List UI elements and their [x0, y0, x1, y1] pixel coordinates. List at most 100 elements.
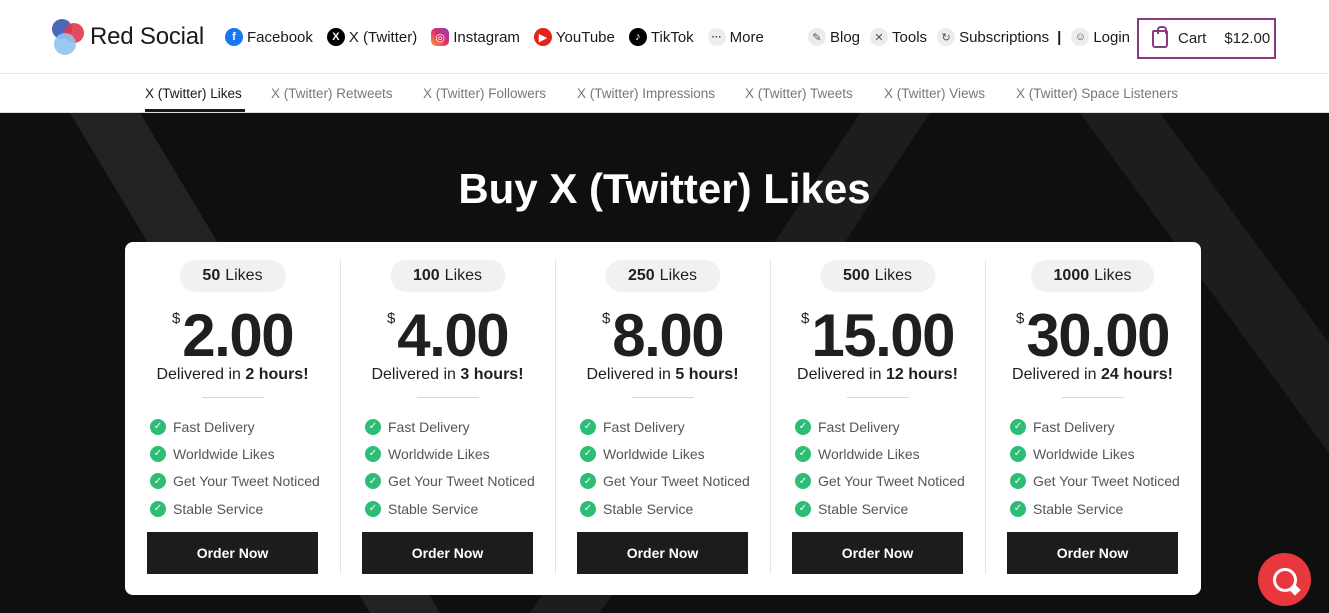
nav-youtube[interactable]: ▶ YouTube — [533, 28, 615, 46]
cart-total: $12.00 — [1224, 30, 1271, 47]
user-icon: ☺ — [1071, 28, 1090, 46]
check-icon: ✓ — [580, 418, 596, 435]
plan-delivery-prefix: Delivered in — [371, 366, 456, 383]
feature-item: ✓ Get Your Tweet Noticed — [365, 468, 535, 495]
plan-quantity-badge: 1000 Likes — [1030, 260, 1155, 292]
order-now-button[interactable]: Order Now — [577, 532, 748, 574]
feature-label: Fast Delivery — [603, 418, 685, 435]
plan-price: $4.00 — [340, 300, 555, 372]
feature-item: ✓ Get Your Tweet Noticed — [795, 468, 965, 495]
plan-quantity: 50 — [202, 267, 221, 284]
plan-quantity-badge: 250 Likes — [604, 260, 721, 292]
feature-label: Get Your Tweet Noticed — [388, 473, 535, 490]
plan-amount: 4.00 — [397, 302, 509, 369]
brand-logo[interactable]: Red Social — [50, 16, 210, 58]
feature-item: ✓ Stable Service — [795, 495, 965, 522]
plan-delivery-prefix: Delivered in — [1012, 366, 1097, 383]
nav-instagram[interactable]: ◎ Instagram — [431, 28, 520, 46]
feature-list: ✓ Fast Delivery ✓ Worldwide Likes ✓ Get You… — [365, 413, 535, 522]
tab-x-twitter-tweets[interactable]: X (Twitter) Tweets — [745, 86, 853, 101]
feature-label: Get Your Tweet Noticed — [603, 473, 750, 490]
nav-login[interactable]: ☺ Login — [1071, 28, 1130, 46]
plan-unit: Likes — [1094, 267, 1132, 284]
divider — [1062, 397, 1124, 398]
nav-youtube-label: YouTube — [555, 28, 615, 46]
plan-currency: $ — [171, 310, 181, 327]
feature-item: ✓ Worldwide Likes — [795, 440, 965, 467]
feature-item: ✓ Get Your Tweet Noticed — [150, 468, 320, 495]
feature-item: ✓ Stable Service — [365, 495, 535, 522]
feature-item: ✓ Fast Delivery — [365, 413, 535, 440]
feature-label: Worldwide Likes — [388, 445, 490, 462]
check-icon: ✓ — [580, 473, 596, 490]
order-now-button[interactable]: Order Now — [792, 532, 963, 574]
tab-x-twitter-views[interactable]: X (Twitter) Views — [884, 86, 985, 101]
tab-x-twitter-space-listeners[interactable]: X (Twitter) Space Listeners — [1016, 86, 1178, 101]
tools-icon: ✕ — [870, 28, 889, 46]
feature-item: ✓ Worldwide Likes — [1010, 440, 1180, 467]
feature-item: ✓ Worldwide Likes — [150, 440, 320, 467]
tab-x-twitter-retweets[interactable]: X (Twitter) Retweets — [271, 86, 393, 101]
secondary-nav: ✎ Blog ✕ Tools ↻ Subscriptions | ☺ Login — [808, 28, 1140, 46]
feature-item: ✓ Worldwide Likes — [365, 440, 535, 467]
plan-card: 100 Likes $4.00 Delivered in 3 hours! ✓ Fa… — [340, 242, 555, 595]
nav-subscriptions[interactable]: ↻ Subscriptions — [937, 28, 1049, 46]
plan-amount: 15.00 — [811, 302, 955, 369]
feature-label: Stable Service — [388, 500, 479, 517]
pricing-panel: 50 Likes $2.00 Delivered in 2 hours! ✓ Fas… — [125, 242, 1201, 595]
nav-facebook[interactable]: f Facebook — [225, 28, 313, 46]
check-icon: ✓ — [150, 500, 166, 517]
plan-delivery: Delivered in 2 hours! — [125, 366, 340, 384]
nav-blog-label: Blog — [830, 28, 861, 46]
plan-card: 50 Likes $2.00 Delivered in 2 hours! ✓ Fas… — [125, 242, 340, 595]
tab-x-twitter-likes[interactable]: X (Twitter) Likes — [145, 86, 242, 101]
check-icon: ✓ — [580, 445, 596, 462]
brand-name: Red Social — [90, 23, 205, 50]
nav-x-twitter-label: X (Twitter) — [348, 28, 418, 46]
plan-delivery: Delivered in 12 hours! — [770, 366, 985, 384]
plan-card: 250 Likes $8.00 Delivered in 5 hours! ✓ Fa… — [555, 242, 770, 595]
order-now-button[interactable]: Order Now — [362, 532, 533, 574]
order-now-button[interactable]: Order Now — [147, 532, 318, 574]
feature-label: Fast Delivery — [1033, 418, 1115, 435]
order-now-button[interactable]: Order Now — [1007, 532, 1178, 574]
feature-item: ✓ Stable Service — [150, 495, 320, 522]
plan-amount: 2.00 — [182, 302, 294, 369]
check-icon: ✓ — [1010, 445, 1026, 462]
feature-label: Worldwide Likes — [173, 445, 275, 462]
plan-currency: $ — [801, 310, 810, 327]
shopping-bag-icon — [1152, 25, 1168, 48]
plan-card: 500 Likes $15.00 Delivered in 12 hours! ✓… — [770, 242, 985, 595]
feature-item: ✓ Fast Delivery — [795, 413, 965, 440]
nav-tiktok[interactable]: ♪ TikTok — [628, 28, 694, 46]
feature-label: Worldwide Likes — [1033, 445, 1135, 462]
feature-item: ✓ Get Your Tweet Noticed — [580, 468, 750, 495]
facebook-icon: f — [225, 28, 243, 46]
active-tab-indicator — [145, 109, 245, 112]
nav-x-twitter[interactable]: X X (Twitter) — [326, 28, 418, 46]
plan-unit: Likes — [225, 267, 263, 284]
tab-x-twitter-impressions[interactable]: X (Twitter) Impressions — [577, 86, 715, 101]
tab-x-twitter-followers[interactable]: X (Twitter) Followers — [423, 86, 546, 101]
check-icon: ✓ — [795, 418, 811, 435]
feature-label: Fast Delivery — [818, 418, 900, 435]
plan-quantity-badge: 100 Likes — [389, 260, 506, 292]
feature-label: Fast Delivery — [388, 418, 470, 435]
nav-more[interactable]: ··· More — [707, 28, 764, 46]
nav-more-label: More — [729, 28, 764, 46]
nav-facebook-label: Facebook — [247, 28, 313, 46]
help-chat-button[interactable] — [1258, 553, 1311, 606]
plan-delivery-time: 5 hours! — [675, 366, 739, 383]
check-icon: ✓ — [365, 445, 381, 462]
nav-tools-label: Tools — [892, 28, 928, 46]
feature-label: Worldwide Likes — [603, 445, 705, 462]
check-icon: ✓ — [365, 500, 381, 517]
nav-blog[interactable]: ✎ Blog — [808, 28, 860, 46]
subscriptions-icon: ↻ — [937, 28, 956, 46]
nav-tools[interactable]: ✕ Tools — [870, 28, 927, 46]
plan-delivery-prefix: Delivered in — [156, 366, 241, 383]
plan-unit: Likes — [444, 267, 483, 284]
site-header: Red Social f Facebook X X (Twitter) ◎ In… — [0, 0, 1329, 74]
cart-button[interactable]: Cart $12.00 — [1137, 18, 1276, 59]
check-icon: ✓ — [150, 418, 166, 435]
